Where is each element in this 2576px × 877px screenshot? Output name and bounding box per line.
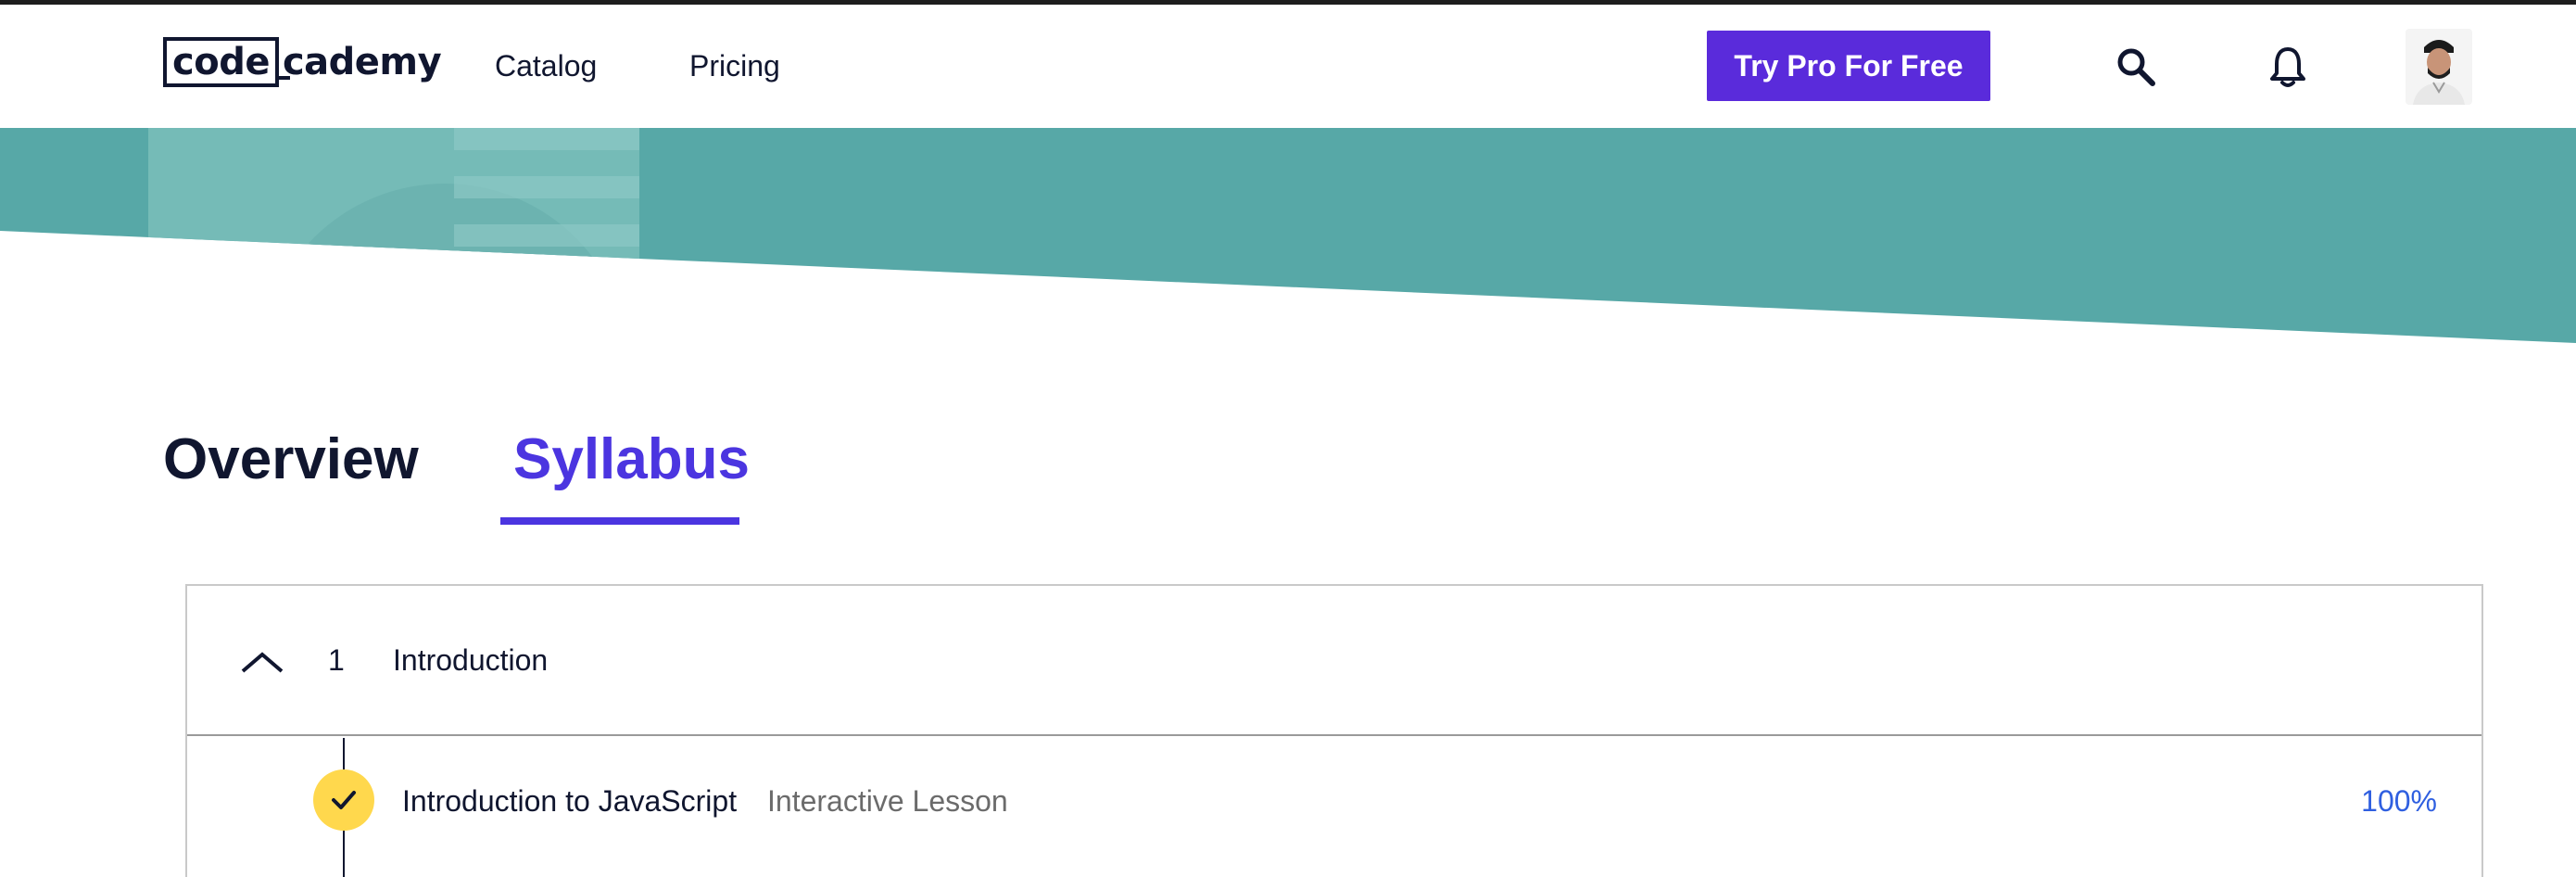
logo-box-text: code	[163, 37, 279, 87]
tab-syllabus[interactable]: Syllabus	[513, 426, 750, 492]
profile-photo-icon	[2406, 29, 2472, 105]
course-hero-banner	[0, 128, 2576, 350]
notifications-button[interactable]	[2265, 44, 2311, 90]
syllabus-card: 1 Introduction Introduction to JavaScrip…	[185, 584, 2483, 877]
chevron-up-icon[interactable]	[239, 642, 285, 679]
lesson-complete-badge	[313, 769, 374, 831]
hero-background-shape	[0, 128, 2576, 343]
avatar[interactable]	[2406, 29, 2472, 105]
try-pro-button[interactable]: Try Pro For Free	[1707, 31, 1990, 101]
module-title: Introduction	[393, 643, 549, 677]
checkmark-icon	[332, 791, 356, 809]
search-icon	[2117, 48, 2155, 86]
active-tab-indicator	[500, 517, 739, 525]
lesson-type: Interactive Lesson	[767, 784, 1008, 818]
nav-pricing-link[interactable]: Pricing	[689, 49, 780, 83]
module-number: 1	[328, 643, 345, 677]
top-navigation: code cademy Catalog Pricing Try Pro For F…	[0, 5, 2576, 128]
nav-catalog-link[interactable]: Catalog	[495, 49, 597, 83]
module-header[interactable]: 1 Introduction	[187, 586, 2481, 736]
lesson-title[interactable]: Introduction to JavaScript	[402, 784, 737, 819]
lesson-progress: 100%	[2361, 784, 2437, 818]
tab-overview[interactable]: Overview	[163, 426, 419, 492]
search-button[interactable]	[2113, 44, 2159, 90]
bell-icon	[2270, 47, 2305, 87]
logo-rest-text: cademy	[276, 41, 442, 83]
codecademy-logo[interactable]: code cademy	[163, 34, 442, 90]
lesson-row[interactable]: Introduction to JavaScript Interactive L…	[187, 738, 2481, 877]
